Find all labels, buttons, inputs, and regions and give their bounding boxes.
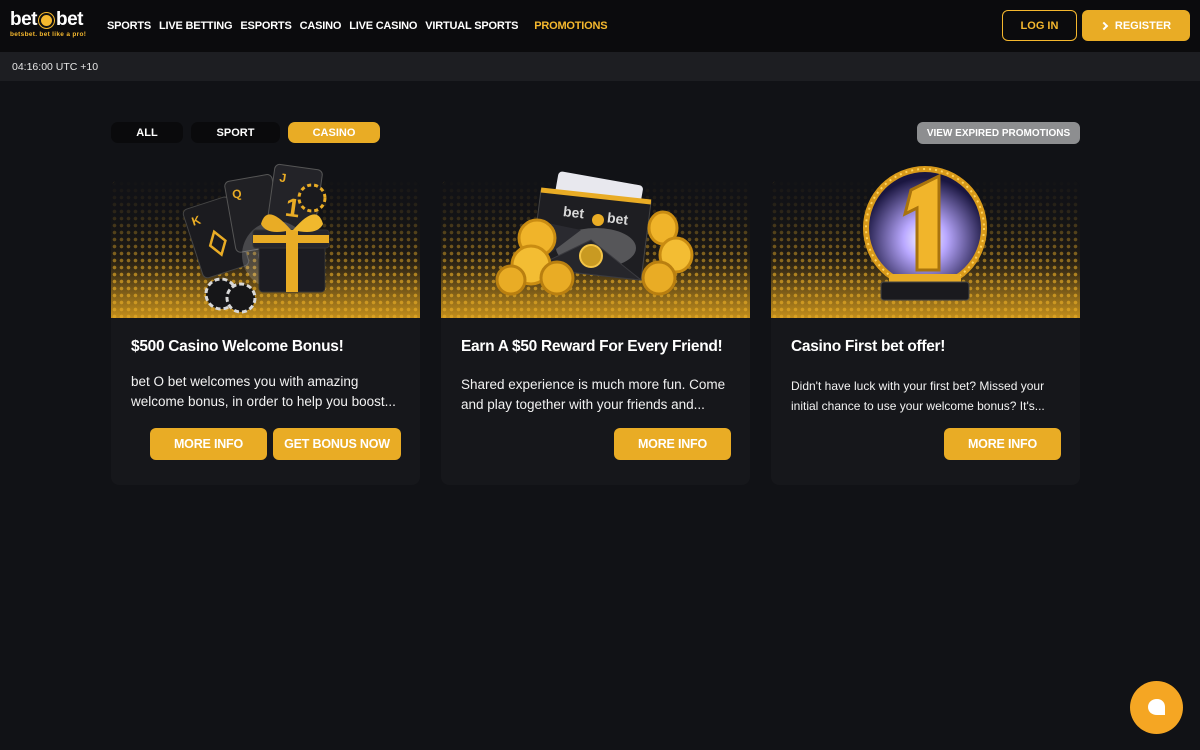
promo-card: bet bet Earn A $50 Reward For Every Frie… [441, 171, 750, 485]
clock: 04:16:00 UTC +10 [12, 61, 99, 73]
chat-button[interactable] [1130, 681, 1183, 734]
nav-live-casino[interactable]: LIVE CASINO [349, 20, 417, 32]
promo-description: Didn't have luck with your first bet? Mi… [791, 379, 1045, 413]
promo-card: Casino First bet offer! Didn't have luck… [771, 166, 1080, 485]
nav-casino[interactable]: CASINO [300, 20, 342, 32]
register-label: REGISTER [1114, 19, 1172, 32]
promo-title: $500 Casino Welcome Bonus! [131, 338, 344, 355]
nav-virtual-sports[interactable]: VIRTUAL SPORTS [425, 20, 518, 32]
tab-sport[interactable]: SPORT [191, 122, 280, 143]
promo-description: Shared experience is much more fun. Come… [461, 377, 726, 412]
view-expired-promotions-button[interactable]: VIEW EXPIRED PROMOTIONS [917, 122, 1080, 144]
get-bonus-now-button[interactable]: GET BONUS NOW [273, 428, 401, 460]
nav-promotions[interactable]: PROMOTIONS [534, 20, 607, 32]
svg-text:bet: bet [562, 203, 585, 221]
register-button[interactable]: REGISTER [1082, 10, 1190, 41]
nav-sports[interactable]: SPORTS [107, 20, 151, 32]
number-one-trophy-icon [863, 166, 987, 301]
time-bar: 04:16:00 UTC +10 [0, 52, 1200, 81]
envelope-coins-icon: bet bet [495, 171, 694, 296]
gift-cards-chips-icon: K Q J 1 [182, 163, 330, 314]
chat-bubble-icon [1147, 698, 1165, 715]
main-nav: SPORTS LIVE BETTING ESPORTS CASINO LIVE … [107, 0, 615, 52]
nav-live-betting[interactable]: LIVE BETTING [159, 20, 233, 32]
more-info-button[interactable]: MORE INFO [150, 428, 267, 460]
promo-card: K Q J 1 $500 Casino Welcome Bonus! bet O… [111, 163, 420, 485]
more-info-button[interactable]: MORE INFO [944, 428, 1061, 460]
login-button[interactable]: LOG IN [1002, 10, 1077, 41]
promo-title: Casino First bet offer! [791, 338, 946, 355]
promo-description: bet O bet welcomes you with amazing welc… [131, 374, 396, 409]
logo-tagline: betsbet. bet like a pro! [10, 31, 87, 38]
nav-esports[interactable]: ESPORTS [240, 20, 291, 32]
chevron-right-icon [1099, 21, 1109, 30]
top-header: bet bet betsbet. bet like a pro! SPORTS … [0, 0, 1200, 52]
svg-text:bet: bet [606, 209, 629, 227]
tab-all[interactable]: ALL [111, 122, 183, 143]
logo-text-left: bet [10, 9, 38, 30]
logo-coin-icon [39, 13, 54, 28]
promo-title: Earn A $50 Reward For Every Friend! [461, 338, 723, 355]
logo-text-right: bet [56, 9, 84, 30]
more-info-button[interactable]: MORE INFO [614, 428, 731, 460]
brand-logo[interactable]: bet bet betsbet. bet like a pro! [10, 10, 100, 42]
tab-casino[interactable]: CASINO [288, 122, 380, 143]
